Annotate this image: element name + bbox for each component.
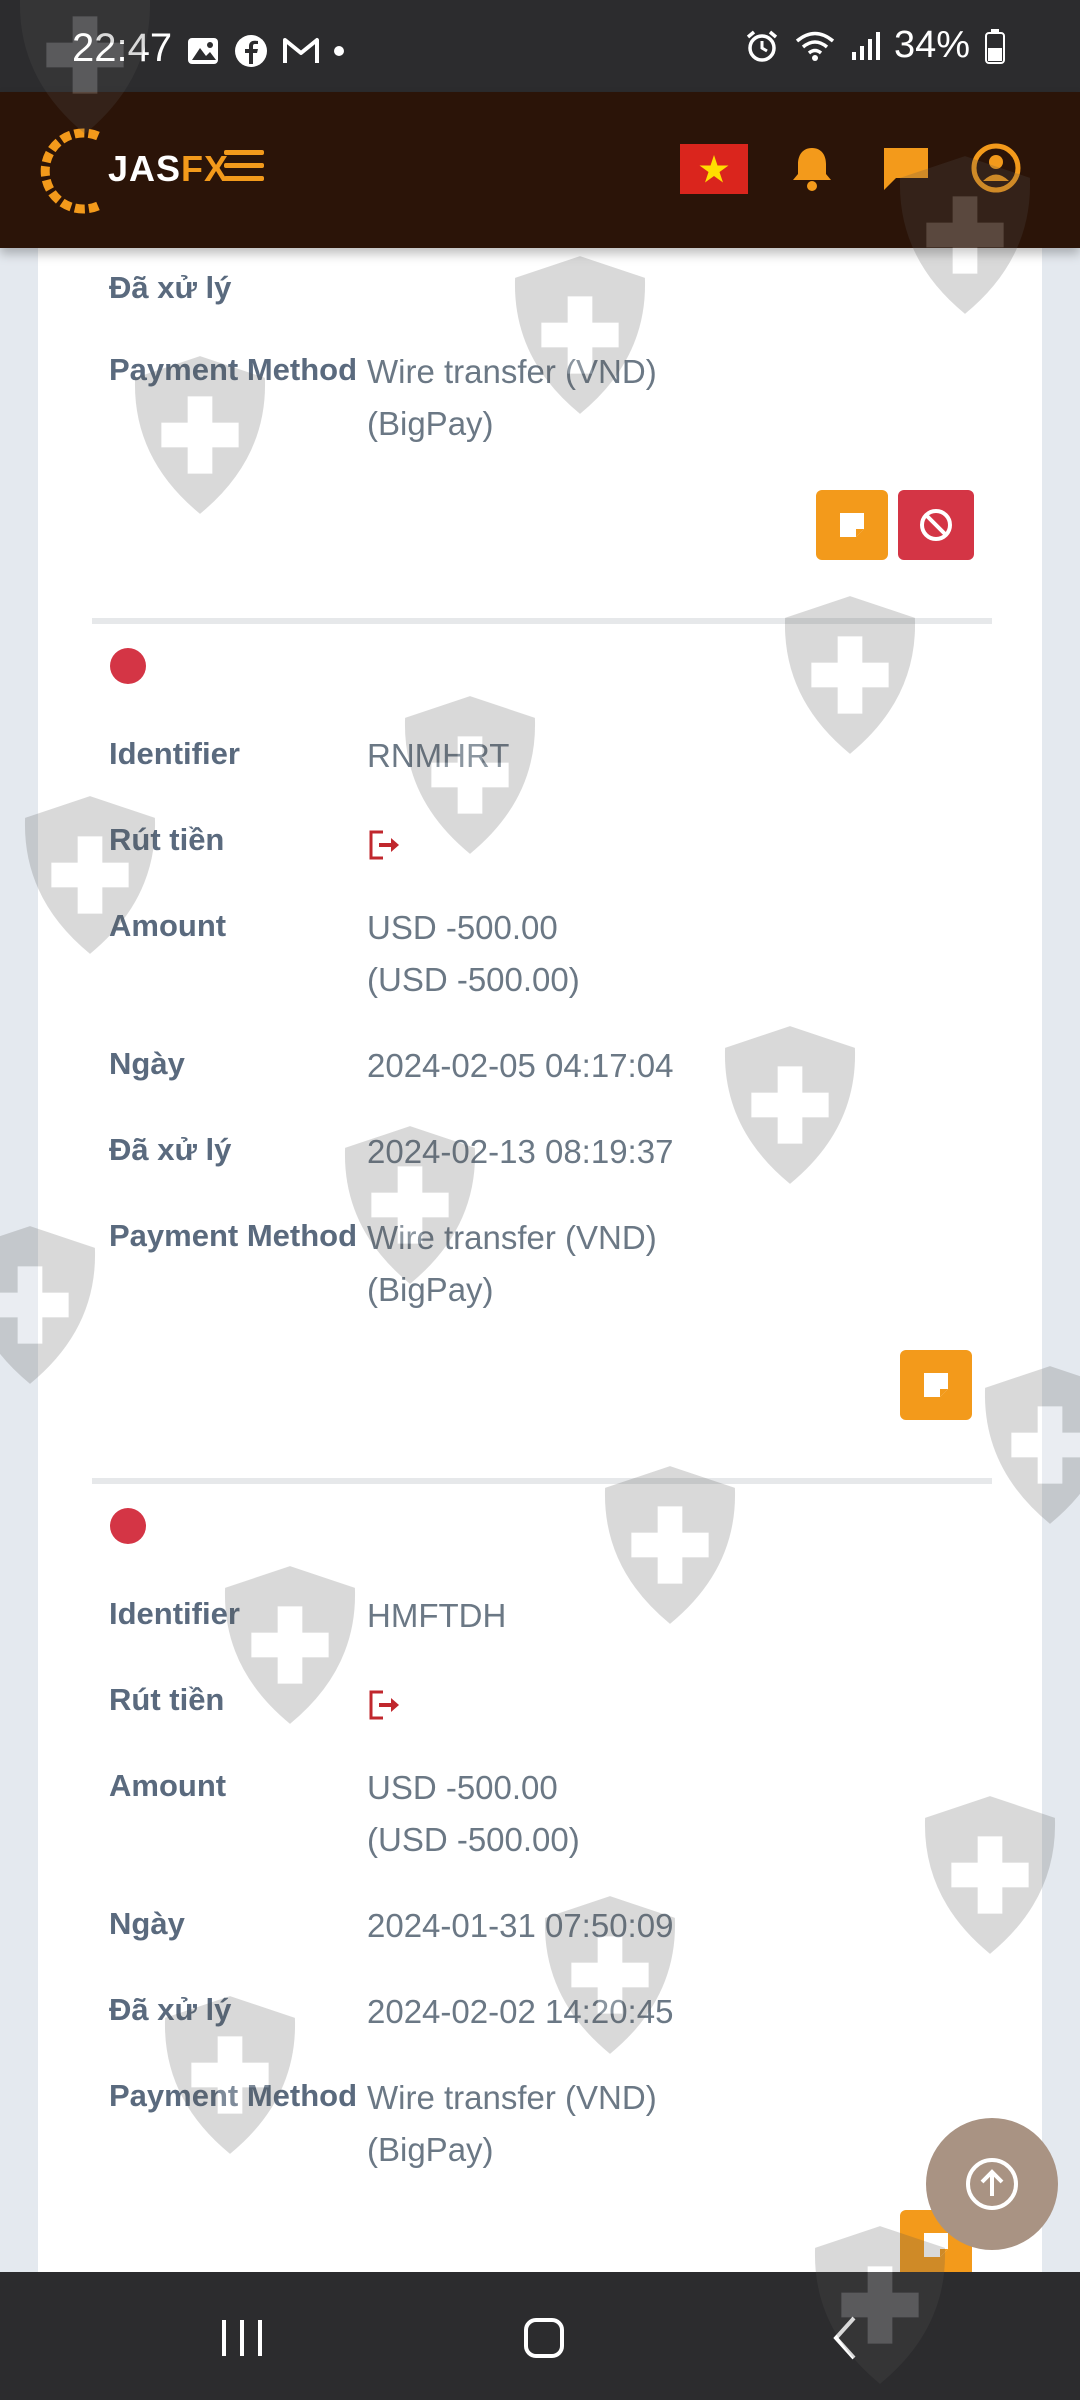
jasfx-logo[interactable]: JASFX (38, 126, 228, 216)
processed-label: Đã xử lý (109, 270, 232, 305)
payment-method-label: Payment Method (109, 1218, 358, 1253)
amount-value: USD -500.00 (USD -500.00) (367, 909, 580, 998)
facebook-icon (235, 35, 267, 67)
scroll-to-top-button[interactable] (926, 2118, 1058, 2250)
back-icon[interactable] (816, 2308, 876, 2368)
more-notifications-dot (334, 46, 344, 56)
note-button[interactable] (900, 1350, 972, 1420)
date-label: Ngày (109, 1046, 185, 1081)
payment-method-value: Wire transfer (VND) (BigPay) (367, 2079, 657, 2168)
home-icon[interactable] (514, 2308, 574, 2368)
transactions-card: Đã xử lý Payment Method Wire transfer (V… (38, 248, 1042, 2272)
app-header: JASFX (0, 92, 1080, 248)
payment-method-label: Payment Method (109, 352, 358, 387)
alarm-icon (746, 30, 778, 62)
identifier-value: RNMHRT (367, 737, 510, 774)
battery-icon (985, 28, 1005, 64)
amount-label: Amount (109, 1768, 227, 1803)
processed-value: 2024-02-02 14:20:45 (367, 1993, 674, 2030)
date-value: 2024-02-05 04:17:04 (367, 1047, 674, 1084)
signal-icon (851, 31, 880, 60)
divider (92, 618, 992, 624)
exit-icon (369, 1690, 399, 1720)
wifi-icon (795, 31, 835, 61)
cancel-button[interactable] (898, 490, 974, 560)
note-icon (924, 2233, 948, 2257)
date-value: 2024-01-31 07:50:09 (367, 1907, 674, 1944)
status-right: 34% (744, 24, 1006, 67)
ban-icon (920, 509, 952, 541)
amount-value: USD -500.00 (USD -500.00) (367, 1769, 580, 1858)
amount-label: Amount (109, 908, 227, 943)
payment-method-label: Payment Method (109, 2078, 358, 2113)
payment-method-value: Wire transfer (VND) (BigPay) (367, 1219, 657, 1308)
withdraw-label: Rút tiền (109, 822, 225, 857)
system-nav-bar (0, 2272, 1080, 2400)
bell-icon[interactable] (782, 138, 842, 198)
payment-method-value: Wire transfer (VND) (BigPay) (367, 353, 657, 442)
gmail-icon (283, 38, 319, 63)
date-label: Ngày (109, 1906, 185, 1941)
chat-icon[interactable] (876, 138, 936, 198)
identifier-label: Identifier (109, 1596, 240, 1631)
note-button[interactable] (816, 490, 888, 560)
status-dot (110, 1508, 146, 1544)
status-time: 22:47 (72, 26, 173, 70)
battery-percent: 34% (893, 24, 970, 66)
note-icon (840, 513, 864, 537)
exit-icon (369, 830, 399, 860)
user-icon[interactable] (966, 138, 1026, 198)
processed-value: 2024-02-13 08:19:37 (367, 1133, 674, 1170)
processed-label: Đã xử lý (109, 1132, 232, 1167)
notification-icons (186, 34, 344, 68)
withdraw-label: Rút tiền (109, 1682, 225, 1717)
recent-apps-icon[interactable] (212, 2308, 272, 2368)
processed-label: Đã xử lý (109, 1992, 232, 2027)
identifier-value: HMFTDH (367, 1597, 507, 1634)
status-dot (110, 648, 146, 684)
arrow-up-icon (966, 2158, 1018, 2210)
identifier-label: Identifier (109, 736, 240, 771)
logo-text: JASFX (108, 148, 230, 189)
divider (92, 1478, 992, 1484)
vietnam-flag-icon[interactable] (680, 144, 748, 194)
logo-ring-icon (40, 128, 100, 214)
status-bar: 22:47 34% (0, 0, 1080, 92)
menu-icon[interactable] (224, 150, 264, 186)
gallery-icon (188, 38, 218, 64)
note-icon (924, 1373, 948, 1397)
